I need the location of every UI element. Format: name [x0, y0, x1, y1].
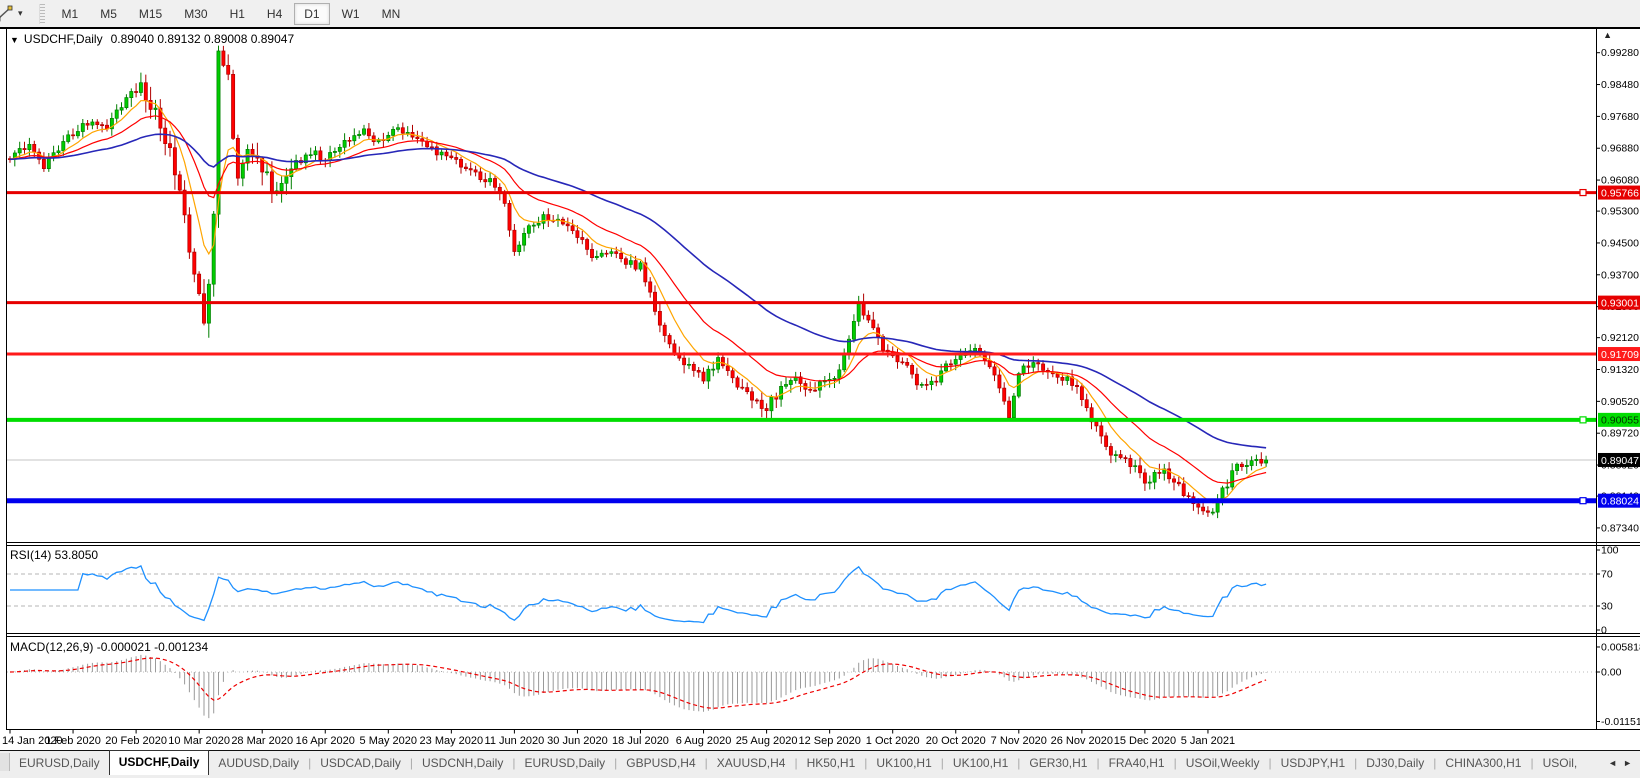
- price-tick-label: 0.97680: [1601, 111, 1639, 123]
- timeframe-w1-button[interactable]: W1: [332, 3, 370, 25]
- date-tick-label: 5 May 2020: [360, 735, 417, 747]
- date-tick-label: 20 Oct 2020: [926, 735, 986, 747]
- chart-tab-china300-h1[interactable]: CHINA300,H1: [1436, 753, 1530, 773]
- timeframe-m15-button[interactable]: M15: [129, 3, 172, 25]
- chart-tab-ger30-h1[interactable]: GER30,H1: [1020, 753, 1096, 773]
- date-tick-label: 15 Dec 2020: [1114, 735, 1176, 747]
- price-chart-svg: 0.99280 0.98480 0.97680 0.96880 0.96080 0.953…: [0, 28, 1640, 747]
- timeframe-buttons: M1 M5 M15 M30 H1 H4 D1 W1 MN: [51, 2, 412, 25]
- chart-tab-uk100-h1[interactable]: UK100,H1: [867, 753, 940, 773]
- bear-candle-bodies: [8, 50, 1264, 513]
- chart-tab-hk50-h1[interactable]: HK50,H1: [798, 753, 865, 773]
- chart-tabs-bar: EURUSD,Daily USDCHF,Daily AUDUSD,Daily | USD…: [0, 750, 1640, 778]
- price-tick-label: 0.94500: [1601, 237, 1639, 249]
- price-tick-label: 0.89720: [1601, 428, 1639, 440]
- price-tick-label: 0.87340: [1601, 522, 1639, 534]
- date-tick-label: 16 Apr 2020: [296, 735, 355, 747]
- price-tick-label: 0.91320: [1601, 364, 1639, 376]
- bull-candle-wicks: [14, 45, 1267, 519]
- chart-tab-gbpusd-h4[interactable]: GBPUSD,H4: [617, 753, 704, 773]
- timeframe-h1-button[interactable]: H1: [220, 3, 255, 25]
- date-tick-label: 30 Jun 2020: [547, 735, 608, 747]
- level-handle-0.90055[interactable]: [1579, 416, 1587, 424]
- ma-medium-line: [9, 115, 1267, 484]
- chart-tab-audusd-daily[interactable]: AUDUSD,Daily: [209, 753, 308, 773]
- date-tick-label: 5 Jan 2021: [1181, 735, 1235, 747]
- bull-candle-bodies: [12, 50, 1269, 514]
- current-price-chip-label: 0.89047: [1601, 455, 1639, 467]
- date-tick-label: 26 Nov 2020: [1051, 735, 1113, 747]
- date-tick-label: 11 Jun 2020: [485, 735, 545, 747]
- date-tick-label: 10 Mar 2020: [168, 735, 230, 747]
- price-tick-label: 0.96080: [1601, 175, 1639, 187]
- date-tick-label: 23 May 2020: [420, 735, 484, 747]
- chevron-down-icon[interactable]: ▾: [16, 8, 29, 19]
- chart-tab-usoil[interactable]: USOil,: [1534, 753, 1587, 773]
- rsi-tick-label: 70: [1601, 569, 1613, 581]
- macd-tick-label: 0.005818: [1601, 641, 1640, 653]
- macd-tick-label: 0.00: [1601, 667, 1622, 679]
- chart-tab-usdcad-daily[interactable]: USDCAD,Daily: [311, 753, 410, 773]
- timeframe-mn-button[interactable]: MN: [372, 3, 411, 25]
- toolbar-grip[interactable]: [38, 3, 45, 24]
- tab-scroll-left-icon[interactable]: ◄: [1608, 758, 1617, 768]
- rsi-tick-label: 30: [1601, 601, 1613, 613]
- rsi-tick-label: 100: [1601, 545, 1619, 557]
- level-0.91709-chip-label: 0.91709: [1601, 349, 1639, 361]
- macd-histogram: [14, 654, 1267, 719]
- macd-signal-line: [9, 657, 1267, 709]
- timeframe-m1-button[interactable]: M1: [52, 3, 89, 25]
- chart-tab-eurusd-daily[interactable]: EURUSD,Daily: [10, 753, 109, 773]
- candlestick-series: [8, 45, 1269, 519]
- tab-scroll-arrows: ◄ ►: [1598, 753, 1640, 773]
- price-tick-label: 0.95300: [1601, 206, 1639, 218]
- tab-strip: [0, 753, 10, 771]
- level-0.90055-chip-label: 0.90055: [1601, 415, 1639, 427]
- chart-tab-usoil-weekly[interactable]: USOil,Weekly: [1177, 753, 1269, 773]
- timeframe-m30-button[interactable]: M30: [174, 3, 217, 25]
- timeframe-m5-button[interactable]: M5: [90, 3, 127, 25]
- level-0.95766-chip-label: 0.95766: [1601, 187, 1639, 199]
- line-tools-icon[interactable]: [0, 4, 16, 24]
- chart-window: 0.99280 0.98480 0.97680 0.96880 0.96080 0.953…: [0, 28, 1640, 750]
- date-tick-label: 28 Mar 2020: [231, 735, 293, 747]
- macd-tick-label: -0.011514: [1601, 716, 1640, 728]
- tab-scroll-right-icon[interactable]: ►: [1623, 758, 1632, 768]
- date-tick-label: 18 Jul 2020: [612, 735, 669, 747]
- date-tick-label: 1 Oct 2020: [866, 735, 920, 747]
- rsi-tick-label: 0: [1601, 625, 1607, 637]
- price-tick-label: 0.92120: [1601, 332, 1639, 344]
- chart-tab-dj30-daily[interactable]: DJ30,Daily: [1357, 753, 1433, 773]
- chart-tab-eurusd-daily[interactable]: EURUSD,Daily: [515, 753, 614, 773]
- date-tick-label: 6 Aug 2020: [676, 735, 732, 747]
- chart-tab-usdchf-daily[interactable]: USDCHF,Daily: [108, 750, 210, 775]
- price-tick-label: 0.96880: [1601, 143, 1639, 155]
- level-handle-0.95766[interactable]: [1579, 188, 1587, 197]
- level-handle-0.88024[interactable]: [1579, 497, 1587, 505]
- chart-tab-uk100-h1[interactable]: UK100,H1: [944, 753, 1017, 773]
- timeframe-d1-button[interactable]: D1: [294, 2, 330, 25]
- timeframe-h4-button[interactable]: H4: [257, 3, 292, 25]
- chart-tab-fra40-h1[interactable]: FRA40,H1: [1100, 753, 1174, 773]
- price-tick-label: 0.93700: [1601, 269, 1639, 281]
- level-0.93001-chip-label: 0.93001: [1601, 297, 1639, 309]
- chart-tab-usdjpy-h1[interactable]: USDJPY,H1: [1272, 753, 1354, 773]
- date-tick-label: 7 Nov 2020: [991, 735, 1047, 747]
- date-tick-label: 20 Feb 2020: [105, 735, 167, 747]
- price-tick-label: 0.98480: [1601, 79, 1639, 91]
- level-0.88024-chip-label: 0.88024: [1601, 495, 1639, 507]
- date-tick-label: 1 Feb 2020: [45, 735, 101, 747]
- chart-tab-usdcnh-daily[interactable]: USDCNH,Daily: [413, 753, 512, 773]
- top-toolbar: ▾ M1 M5 M15 M30 H1 H4 D1 W1 MN: [0, 0, 1640, 28]
- date-tick-label: 12 Sep 2020: [798, 735, 860, 747]
- price-tick-label: 0.90520: [1601, 396, 1639, 408]
- chart-tab-xauusd-h4[interactable]: XAUUSD,H4: [708, 753, 795, 773]
- date-tick-label: 25 Aug 2020: [736, 735, 798, 747]
- price-tick-label: 0.99280: [1601, 47, 1639, 59]
